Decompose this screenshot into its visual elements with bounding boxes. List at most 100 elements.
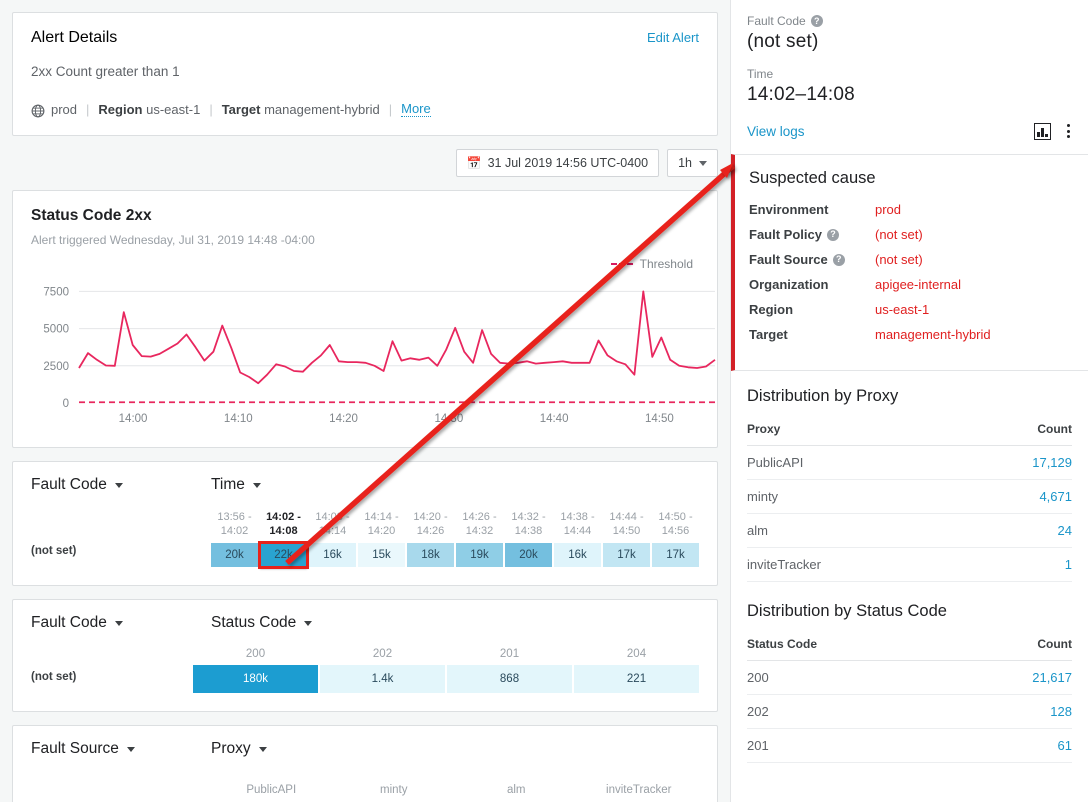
svg-text:14:40: 14:40 <box>540 413 569 425</box>
table-header-row: Proxy Count <box>747 416 1072 446</box>
alert-condition-text: 2xx Count greater than 1 <box>31 64 699 79</box>
suspected-cause-value: (not set) <box>875 252 923 267</box>
row-count[interactable]: 61 <box>954 729 1072 763</box>
heatmap-column-header[interactable]: alm <box>456 784 577 796</box>
view-logs-link[interactable]: View logs <box>747 124 805 139</box>
heatmap-cell-selected[interactable]: 22k <box>260 543 307 567</box>
heatmap-column-header[interactable]: 14:32 -14:38 <box>505 510 552 543</box>
dimension-label: Status Code <box>211 614 296 632</box>
row-count[interactable]: 17,129 <box>958 446 1072 480</box>
chart-plot-area[interactable]: 025005000750014:0014:1014:2014:3014:4014… <box>31 263 699 433</box>
heatmap-column-header[interactable]: 14:26 -14:32 <box>456 510 503 543</box>
row-count[interactable]: 128 <box>954 695 1072 729</box>
edit-alert-link[interactable]: Edit Alert <box>647 30 699 45</box>
table-row[interactable]: alm24 <box>747 514 1072 548</box>
more-link[interactable]: More <box>401 101 431 117</box>
heatmap-column-header[interactable]: 14:20 -14:26 <box>407 510 454 543</box>
heatmap-column-header[interactable]: 14:02 -14:08 <box>260 510 307 543</box>
row-count[interactable]: 21,617 <box>954 661 1072 695</box>
suspected-cause-row: Targetmanagement-hybrid <box>749 327 1072 342</box>
column-header-count[interactable]: Count <box>954 631 1072 661</box>
suspected-cause-key: Organization <box>749 277 875 292</box>
fault-code-label-row: Fault Code ? <box>747 14 1072 28</box>
svg-text:0: 0 <box>63 398 69 410</box>
heatmap-cell[interactable]: 180k <box>193 665 318 693</box>
heatmap-column-header[interactable]: 204 <box>574 648 699 665</box>
table-row[interactable]: 20161 <box>747 729 1072 763</box>
heatmap-column-header[interactable]: 200 <box>193 648 318 665</box>
heatmap-column-header[interactable]: 14:44 -14:50 <box>603 510 650 543</box>
help-icon[interactable]: ? <box>827 229 839 241</box>
heatmap-cell[interactable]: 868 <box>447 665 572 693</box>
suspected-cause-row: Regionus-east-1 <box>749 302 1072 317</box>
dimension-selector-time[interactable]: Time <box>211 476 261 494</box>
datetime-picker-button[interactable]: 📅 31 Jul 2019 14:56 UTC-0400 <box>456 149 659 177</box>
column-header-status-code[interactable]: Status Code <box>747 631 954 661</box>
help-icon[interactable]: ? <box>833 254 845 266</box>
heatmap-column-header[interactable]: minty <box>334 784 455 796</box>
panel-action-icons <box>1034 122 1072 140</box>
heatmap-cell[interactable]: 20k <box>211 543 258 567</box>
heatmap-cell[interactable]: 15k <box>358 543 405 567</box>
heatmap-proxy-card: Fault Source Proxy PublicAPImintyalminvi… <box>12 725 718 802</box>
heatmap-cell[interactable]: 16k <box>554 543 601 567</box>
heatmap-proxy-body: PublicAPImintyalminviteTracker <box>31 774 699 796</box>
row-name: inviteTracker <box>747 548 958 582</box>
row-count[interactable]: 24 <box>958 514 1072 548</box>
help-icon[interactable]: ? <box>811 15 823 27</box>
table-row[interactable]: 202128 <box>747 695 1072 729</box>
heatmap-column-header[interactable]: inviteTracker <box>579 784 700 796</box>
heatmap-cell[interactable]: 18k <box>407 543 454 567</box>
dimension-selector-fault-code[interactable]: Fault Code <box>31 476 211 494</box>
row-count[interactable]: 1 <box>958 548 1072 582</box>
table-row[interactable]: minty4,671 <box>747 480 1072 514</box>
selection-summary: Fault Code ? (not set) Time 14:02–14:08 … <box>731 0 1088 154</box>
heatmap-column-header[interactable]: 13:56 -14:02 <box>211 510 258 543</box>
dimension-label: Fault Code <box>31 614 107 632</box>
column-header-count[interactable]: Count <box>958 416 1072 446</box>
dimension-selector-proxy[interactable]: Proxy <box>211 740 267 758</box>
dimension-label: Time <box>211 476 245 494</box>
heatmap-cell[interactable]: 17k <box>603 543 650 567</box>
distribution-status-table: Status Code Count 20021,61720212820161 <box>747 631 1072 763</box>
page-title: Alert Details <box>31 29 117 47</box>
heatmap-cell[interactable]: 17k <box>652 543 699 567</box>
heatmap-column-header[interactable]: 14:50 -14:56 <box>652 510 699 543</box>
suspected-cause-key: Target <box>749 327 875 342</box>
heatmap-cell[interactable]: 221 <box>574 665 699 693</box>
heatmap-column-header[interactable]: PublicAPI <box>211 784 332 796</box>
svg-text:14:10: 14:10 <box>224 413 253 425</box>
heatmap-row-label: (not set) <box>31 671 193 693</box>
chevron-down-icon <box>115 483 123 488</box>
svg-text:2500: 2500 <box>43 361 69 373</box>
dimension-selector-status-code[interactable]: Status Code <box>211 614 312 632</box>
heatmap-row-label <box>31 774 211 796</box>
heatmap-column-header[interactable]: 201 <box>447 648 572 665</box>
column-header-proxy[interactable]: Proxy <box>747 416 958 446</box>
table-row[interactable]: PublicAPI17,129 <box>747 446 1072 480</box>
suspected-cause-row: Fault Source?(not set) <box>749 252 1072 267</box>
dimension-selector-fault-source[interactable]: Fault Source <box>31 740 211 758</box>
duration-select[interactable]: 1h <box>667 149 718 177</box>
dimension-selector-fault-code-2[interactable]: Fault Code <box>31 614 211 632</box>
suspected-cause-rows: EnvironmentprodFault Policy?(not set)Fau… <box>749 202 1072 342</box>
bar-chart-icon[interactable] <box>1034 123 1051 140</box>
heatmap-column-header[interactable]: 14:14 -14:20 <box>358 510 405 543</box>
heatmap-column-header[interactable]: 14:38 -14:44 <box>554 510 601 543</box>
heatmap-column-header[interactable]: 14:08 -14:14 <box>309 510 356 543</box>
suspected-cause-value: apigee-internal <box>875 277 961 292</box>
heatmap-cell[interactable]: 19k <box>456 543 503 567</box>
heatmap-cell[interactable]: 20k <box>505 543 552 567</box>
row-name: PublicAPI <box>747 446 958 480</box>
heatmap-column-header[interactable]: 202 <box>320 648 445 665</box>
table-row[interactable]: inviteTracker1 <box>747 548 1072 582</box>
main-content-column: Alert Details Edit Alert 2xx Count great… <box>0 0 730 802</box>
distribution-status-title: Distribution by Status Code <box>747 602 1072 621</box>
table-row[interactable]: 20021,617 <box>747 661 1072 695</box>
row-count[interactable]: 4,671 <box>958 480 1072 514</box>
kebab-menu-icon[interactable] <box>1065 122 1072 140</box>
heatmap-status-body: (not set) 200202201204 180k1.4k868221 <box>31 648 699 693</box>
chart-title: Status Code 2xx <box>31 207 699 225</box>
heatmap-cell[interactable]: 16k <box>309 543 356 567</box>
heatmap-cell[interactable]: 1.4k <box>320 665 445 693</box>
